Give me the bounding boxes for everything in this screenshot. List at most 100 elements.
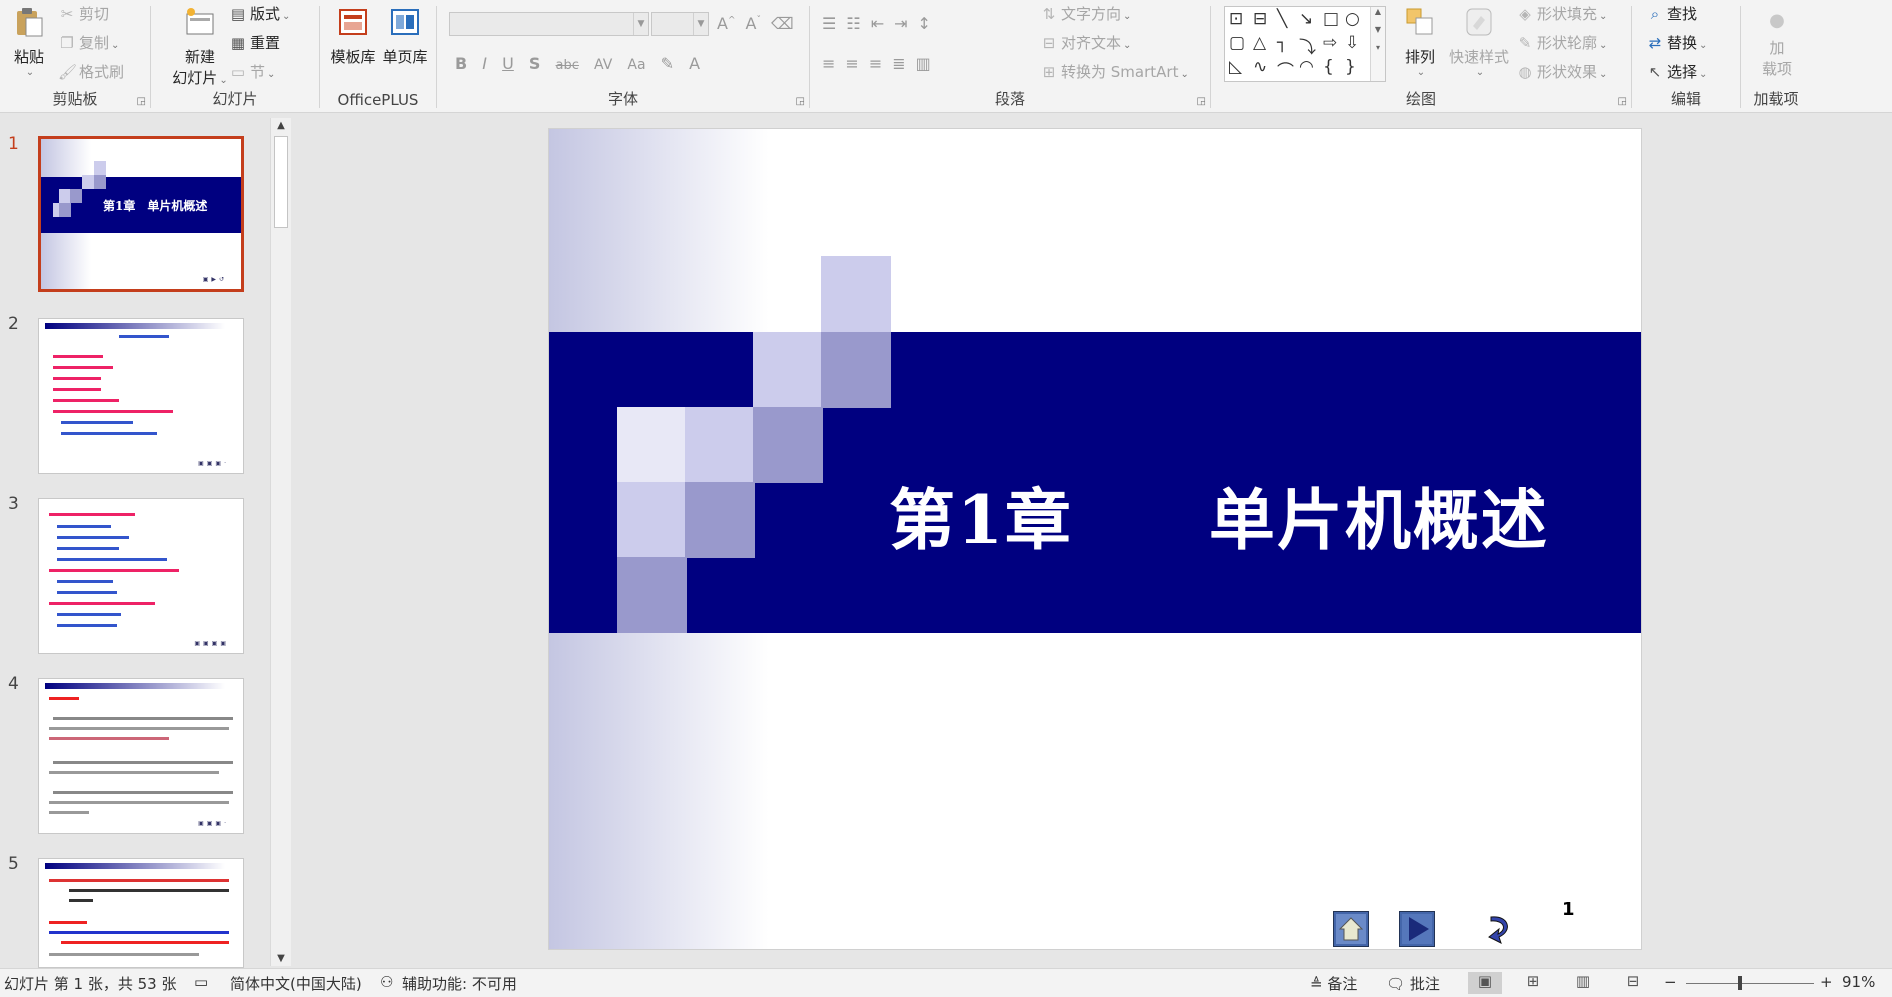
paste-button[interactable]: 粘贴 ⌄	[8, 6, 50, 78]
home-icon[interactable]	[1333, 911, 1369, 947]
copy-button[interactable]: ❐ 复制 ⌄	[58, 32, 119, 54]
gallery-scrollbar[interactable]: ▲ ▼ ▾	[1370, 7, 1385, 81]
new-slide-button[interactable]: 新建 幻灯片 ⌄	[169, 6, 231, 88]
scroll-up-icon[interactable]: ▲	[271, 120, 291, 131]
zoom-slider[interactable]	[1686, 983, 1814, 984]
triangle-shape-icon[interactable]: △	[1253, 33, 1266, 53]
change-case-button[interactable]: Aa	[627, 57, 645, 73]
textbox-shape-icon[interactable]: ⊡	[1229, 9, 1243, 29]
select-button[interactable]: ↖ 选择 ⌄	[1646, 61, 1708, 83]
single-page-library-button[interactable]: 单页库	[380, 6, 430, 67]
shrink-font-icon[interactable]: Aˇ	[746, 14, 761, 33]
italic-button[interactable]: I	[482, 54, 487, 73]
normal-view-button[interactable]: ▣	[1468, 972, 1502, 994]
next-slide-icon[interactable]	[1399, 911, 1435, 947]
rounded-rect-shape-icon[interactable]: ▢	[1229, 33, 1245, 53]
dialog-launcher-icon[interactable]: ◲	[137, 96, 146, 107]
numbering-icon[interactable]: ☷	[846, 14, 860, 33]
curve-shape-icon[interactable]: ⌒	[1277, 57, 1294, 82]
elbow-arrow-icon[interactable]: ⤵	[1299, 33, 1316, 58]
increase-indent-icon[interactable]: ⇥	[894, 14, 907, 33]
section-button[interactable]: ▭ 节 ⌄	[229, 61, 276, 83]
slide-thumbnail-1[interactable]: 第1章 单片机概述 ▣▶↺	[38, 136, 244, 292]
format-painter-button[interactable]: 🖌 格式刷	[58, 61, 124, 83]
zoom-slider-thumb[interactable]	[1738, 976, 1742, 990]
replace-button[interactable]: ⇄ 替换 ⌄	[1646, 32, 1708, 54]
slide-thumbnail-5[interactable]	[38, 858, 244, 968]
scrollbar-thumb[interactable]	[274, 136, 288, 228]
line-shape-icon[interactable]: ╲	[1277, 9, 1287, 29]
align-left-icon[interactable]: ≡	[822, 54, 835, 73]
shapes-gallery[interactable]: ⊡ ⊟ ╲ ↘ □ ○ ▢ △ ┐ ⤵ ⇨ ⇩ ◺ ∿ ⌒ ◠ { } ▲ ▼ ▾	[1224, 6, 1386, 82]
bold-button[interactable]: B	[455, 54, 467, 73]
dialog-launcher-icon[interactable]: ◲	[1618, 96, 1627, 107]
freeform-shape-icon[interactable]: ◺	[1229, 57, 1242, 77]
shape-effects-button[interactable]: ◍ 形状效果 ⌄	[1516, 61, 1607, 83]
addins-button[interactable]: ● 加 载项	[1749, 10, 1805, 79]
justify-icon[interactable]: ≣	[892, 54, 905, 73]
notes-page-icon[interactable]: ▭	[194, 973, 208, 991]
scroll-down-icon[interactable]: ▼	[271, 953, 291, 964]
slide-thumbnail-4[interactable]: ▣▣▣·	[38, 678, 244, 834]
shape-fill-button[interactable]: ◈ 形状填充 ⌄	[1516, 3, 1607, 25]
slide-sorter-button[interactable]: ⊞	[1516, 972, 1550, 994]
elbow-connector-icon[interactable]: ┐	[1277, 33, 1287, 53]
slide-thumbnail-2[interactable]: ▣▣▣·	[38, 318, 244, 474]
convert-smartart-button[interactable]: ⊞ 转换为 SmartArt ⌄	[1040, 61, 1189, 83]
accessibility-status[interactable]: 辅助功能: 不可用	[402, 973, 517, 994]
strikethrough-button[interactable]: abc	[556, 58, 579, 73]
arc-shape-icon[interactable]: ◠	[1299, 57, 1314, 77]
reset-button[interactable]: ▦ 重置	[229, 32, 280, 54]
dialog-launcher-icon[interactable]: ◲	[1197, 96, 1206, 107]
char-spacing-button[interactable]: AV	[594, 57, 612, 73]
find-button[interactable]: ⌕ 查找	[1646, 3, 1697, 25]
slide-title[interactable]: 第1章 单片机概述	[889, 467, 1549, 563]
return-icon[interactable]	[1479, 911, 1515, 947]
brace-right-shape-icon[interactable]: }	[1345, 57, 1356, 77]
align-right-icon[interactable]: ≡	[869, 54, 882, 73]
template-library-button[interactable]: 模板库	[328, 6, 378, 67]
arrange-button[interactable]: 排列 ⌄	[1394, 6, 1446, 78]
font-name-select[interactable]: ▼	[449, 12, 649, 36]
highlight-icon[interactable]: ✎	[661, 54, 674, 73]
dialog-launcher-icon[interactable]: ◲	[796, 96, 805, 107]
arrow-line-shape-icon[interactable]: ↘	[1299, 9, 1313, 29]
thumb-square	[82, 175, 94, 189]
zoom-in-button[interactable]: +	[1820, 973, 1833, 991]
align-text-button[interactable]: ⊟ 对齐文本 ⌄	[1040, 32, 1132, 54]
notes-button[interactable]: ≜ 备注	[1310, 973, 1357, 994]
text-direction-button[interactable]: ⇅ 文字方向 ⌄	[1040, 3, 1132, 25]
layout-button[interactable]: ▤ 版式 ⌄	[229, 3, 291, 25]
rectangle-shape-icon[interactable]: □	[1323, 9, 1339, 29]
right-arrow-shape-icon[interactable]: ⇨	[1323, 33, 1337, 53]
shadow-button[interactable]: S	[529, 54, 541, 73]
underline-button[interactable]: U	[502, 54, 514, 73]
down-arrow-shape-icon[interactable]: ⇩	[1345, 33, 1359, 53]
zoom-out-button[interactable]: −	[1664, 973, 1677, 991]
brace-left-shape-icon[interactable]: {	[1323, 57, 1334, 77]
decrease-indent-icon[interactable]: ⇤	[871, 14, 884, 33]
reading-view-button[interactable]: ▥	[1566, 972, 1600, 994]
shape-outline-button[interactable]: ✎ 形状轮廓 ⌄	[1516, 32, 1608, 54]
language-indicator[interactable]: 简体中文(中国大陆)	[230, 973, 362, 994]
scribble-shape-icon[interactable]: ∿	[1253, 57, 1267, 77]
align-center-icon[interactable]: ≡	[845, 54, 858, 73]
slideshow-button[interactable]: ⊟	[1616, 972, 1650, 994]
oval-shape-icon[interactable]: ○	[1345, 9, 1360, 29]
font-size-select[interactable]: ▼	[651, 12, 709, 36]
grow-font-icon[interactable]: A^	[717, 14, 736, 33]
bullets-icon[interactable]: ☰	[822, 14, 836, 33]
columns-icon[interactable]: ▥	[916, 54, 931, 73]
cut-button[interactable]: ✂ 剪切	[58, 3, 109, 25]
vertical-textbox-shape-icon[interactable]: ⊟	[1253, 9, 1267, 29]
zoom-level[interactable]: 91%	[1842, 973, 1875, 991]
line-spacing-icon[interactable]: ↕	[918, 14, 931, 33]
clear-format-icon[interactable]: ⌫	[771, 14, 794, 33]
thumbnails-scrollbar[interactable]: ▲ ▼	[270, 118, 291, 966]
quick-styles-button[interactable]: 快速样式 ⌄	[1446, 6, 1512, 78]
comments-button[interactable]: 🗨 批注	[1386, 973, 1440, 994]
slide-thumbnail-3[interactable]: ▣▣▣▣	[38, 498, 244, 654]
font-color-icon[interactable]: A	[689, 54, 700, 73]
accessibility-icon[interactable]: ⚇	[380, 973, 393, 991]
slide-canvas[interactable]: 第1章 单片机概述 1	[549, 129, 1641, 949]
